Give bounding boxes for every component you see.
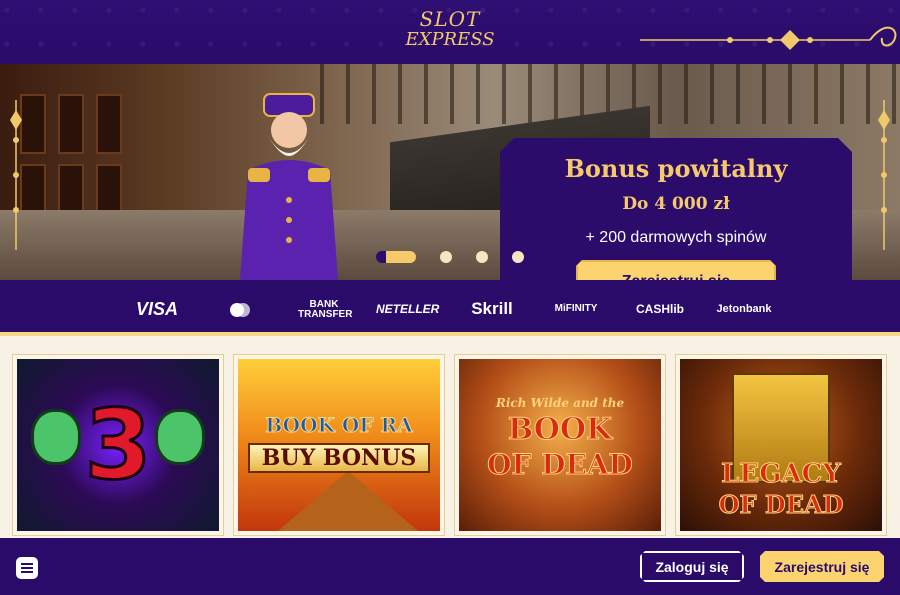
carousel-dot-2[interactable] [440, 251, 452, 263]
login-button[interactable]: Zaloguj się [640, 551, 744, 582]
neteller-logo: NETELLER [376, 302, 440, 316]
game-thumbnail-3: Rich Wilde and the BOOK OF DEAD [459, 359, 661, 531]
game-subtitle-4: OF DEAD [718, 490, 844, 519]
games-grid: 3 BOOK OF RA BUY BONUS Rich Wilde and th… [0, 340, 900, 538]
header-ornament-icon [640, 26, 897, 50]
hero-banner[interactable]: Bonus powitalny Do 4 000 zł + 200 darmow… [0, 64, 900, 280]
left-ornament-icon [10, 100, 22, 250]
carousel-dots [376, 250, 548, 264]
site-header: SLOT EXPRESS [0, 0, 900, 64]
mastercard-logo [230, 303, 250, 317]
monster-right-icon [155, 409, 205, 465]
conductor-character-icon [240, 93, 338, 280]
mifinity-logo: MiFINITY [554, 303, 598, 314]
bonus-amount: Do 4 000 zł [622, 194, 730, 214]
carousel-dot-1[interactable] [376, 251, 416, 263]
game-thumbnail-2: BOOK OF RA BUY BONUS [238, 359, 440, 531]
bonus-title: Bonus powitalny [564, 154, 788, 183]
bottom-bar: Zaloguj się Zarejestruj się [0, 538, 900, 595]
game-title-4: LEGACY [721, 459, 842, 489]
game-card-4[interactable]: LEGACY OF DEAD [675, 354, 887, 536]
menu-icon[interactable] [16, 557, 38, 579]
register-button[interactable]: Zarejestruj się [760, 551, 884, 582]
logo-line-2: EXPRESS [405, 29, 495, 50]
payment-methods-bar: VISA BANK TRANSFER NETELLER Skrill MiFIN… [0, 280, 900, 336]
game-card-1[interactable]: 3 [12, 354, 224, 536]
monster-left-icon [31, 409, 81, 465]
game-title-1: 3 [83, 389, 153, 501]
game-subtitle-2: BUY BONUS [248, 443, 430, 473]
welcome-bonus-panel: Bonus powitalny Do 4 000 zł + 200 darmow… [500, 138, 852, 280]
game-subtitle-3: OF DEAD [487, 448, 634, 481]
skrill-logo: Skrill [471, 299, 513, 318]
jetonbank-logo: Jetonbank [716, 303, 772, 315]
game-card-3[interactable]: Rich Wilde and the BOOK OF DEAD [454, 354, 666, 536]
bank-transfer-logo: BANK TRANSFER [298, 299, 353, 320]
visa-logo: VISA [135, 299, 178, 319]
logo-line-1: SLOT [419, 7, 481, 31]
right-ornament-icon [878, 100, 890, 250]
pyramid-icon [278, 471, 418, 531]
carousel-dot-3[interactable] [476, 251, 488, 263]
carousel-dot-4[interactable] [512, 251, 524, 263]
bonus-spins: + 200 darmowych spinów [585, 229, 767, 246]
site-logo[interactable]: SLOT EXPRESS [405, 8, 495, 56]
game-card-2[interactable]: BOOK OF RA BUY BONUS [233, 354, 445, 536]
game-title-2: BOOK OF RA [265, 413, 413, 437]
game-pretitle-3: Rich Wilde and the [495, 396, 625, 410]
game-thumbnail-4: LEGACY OF DEAD [680, 359, 882, 531]
hero-register-button[interactable]: Zarejestruj się [576, 260, 776, 280]
game-thumbnail-1: 3 [17, 359, 219, 531]
game-title-3: BOOK [507, 412, 613, 447]
cashlib-logo: CASHlib [636, 302, 684, 316]
